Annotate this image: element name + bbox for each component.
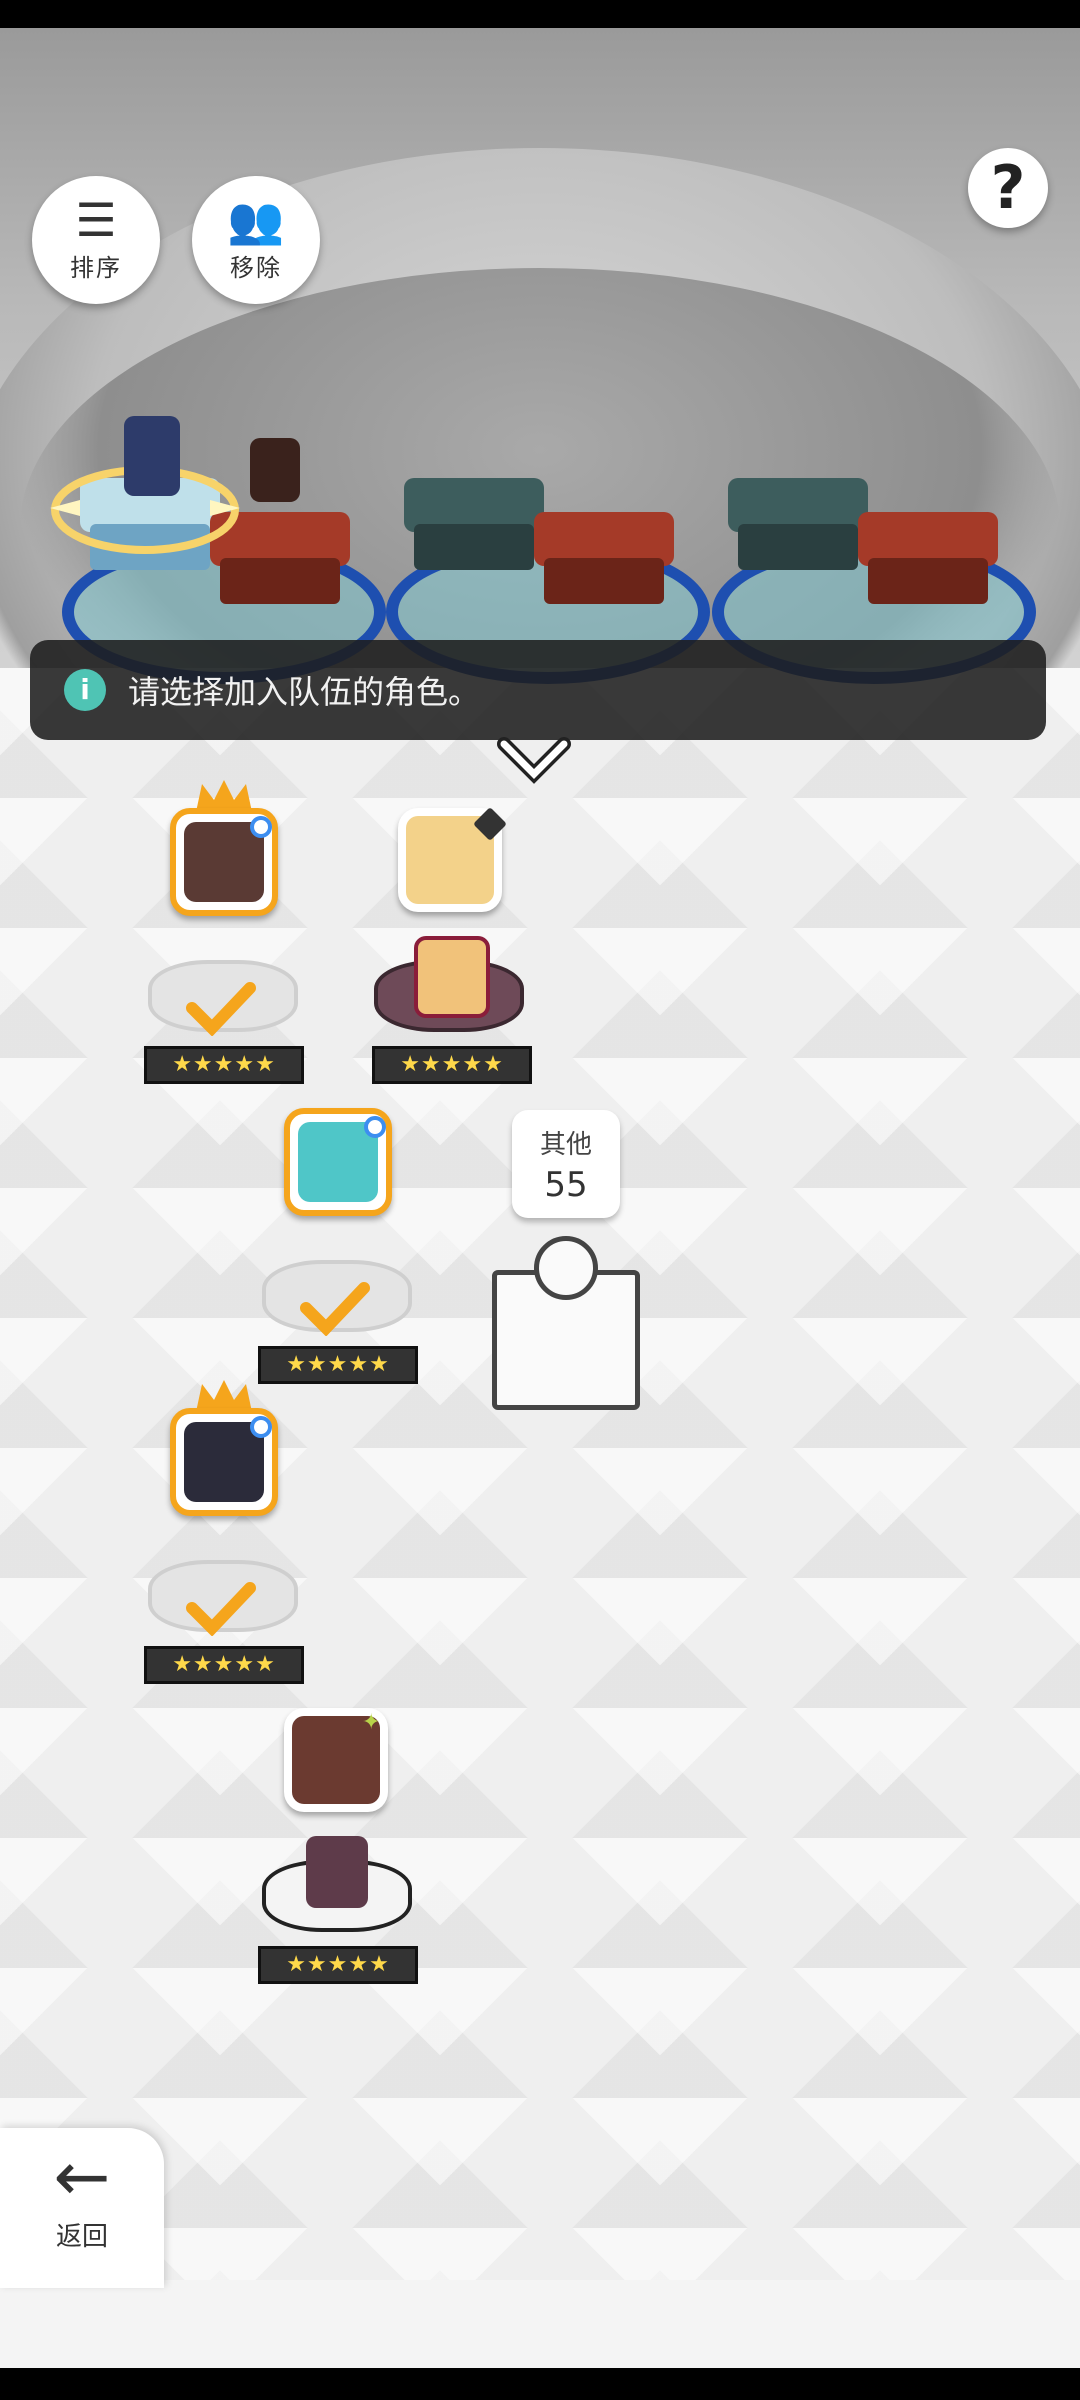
check-icon: [186, 982, 256, 1036]
remove-user-icon: 👥: [227, 193, 285, 247]
team-pedestal-3a[interactable]: [728, 478, 868, 574]
check-icon: [300, 1282, 370, 1336]
back-button[interactable]: ← 返回: [0, 2128, 164, 2288]
star-rating: ★★★★★: [144, 1646, 304, 1684]
check-icon: [186, 1582, 256, 1636]
star-rating: ★★★★★: [258, 1946, 418, 1984]
status-dot-icon: [364, 1116, 386, 1138]
placeholder-figure-icon: [534, 1236, 598, 1300]
character-sprite-5: [306, 1836, 368, 1908]
other-label: 其他: [539, 1130, 592, 1160]
status-dot-icon: [250, 816, 272, 838]
arrow-left-icon: ←: [53, 2138, 111, 2217]
hint-text: 请选择加入队伍的角色。: [128, 673, 481, 711]
tiled-floor: [0, 668, 1080, 2318]
team-character-sprite-1: [124, 416, 180, 496]
back-label: 返回: [55, 2222, 108, 2252]
character-sprite-2: [414, 936, 490, 1018]
sort-label: 排序: [70, 254, 122, 282]
team-pedestal-2a[interactable]: [404, 478, 544, 574]
question-icon: ?: [990, 153, 1026, 223]
help-button[interactable]: ?: [968, 148, 1048, 228]
sort-button[interactable]: ☰ 排序: [32, 176, 160, 304]
sparkle-icon: ✦: [362, 1710, 381, 1735]
team-pedestal-3b[interactable]: [858, 512, 998, 608]
star-rating: ★★★★★: [144, 1046, 304, 1084]
hint-banner: i 请选择加入队伍的角色。: [30, 640, 1046, 740]
star-rating: ★★★★★: [372, 1046, 532, 1084]
remove-button[interactable]: 👥 移除: [192, 176, 320, 304]
team-pedestal-2b[interactable]: [534, 512, 674, 608]
remove-label: 移除: [230, 254, 282, 282]
info-icon: i: [64, 669, 106, 711]
status-dot-icon: [250, 1416, 272, 1438]
other-count: 55: [544, 1165, 588, 1205]
other-characters-bubble[interactable]: 其他 55: [512, 1110, 620, 1218]
chevron-down-icon[interactable]: [494, 730, 574, 790]
team-character-sprite-2: [250, 438, 300, 502]
sort-icon: ☰: [75, 193, 117, 247]
bottom-strip: [0, 2280, 1080, 2368]
star-rating: ★★★★★: [258, 1346, 418, 1384]
